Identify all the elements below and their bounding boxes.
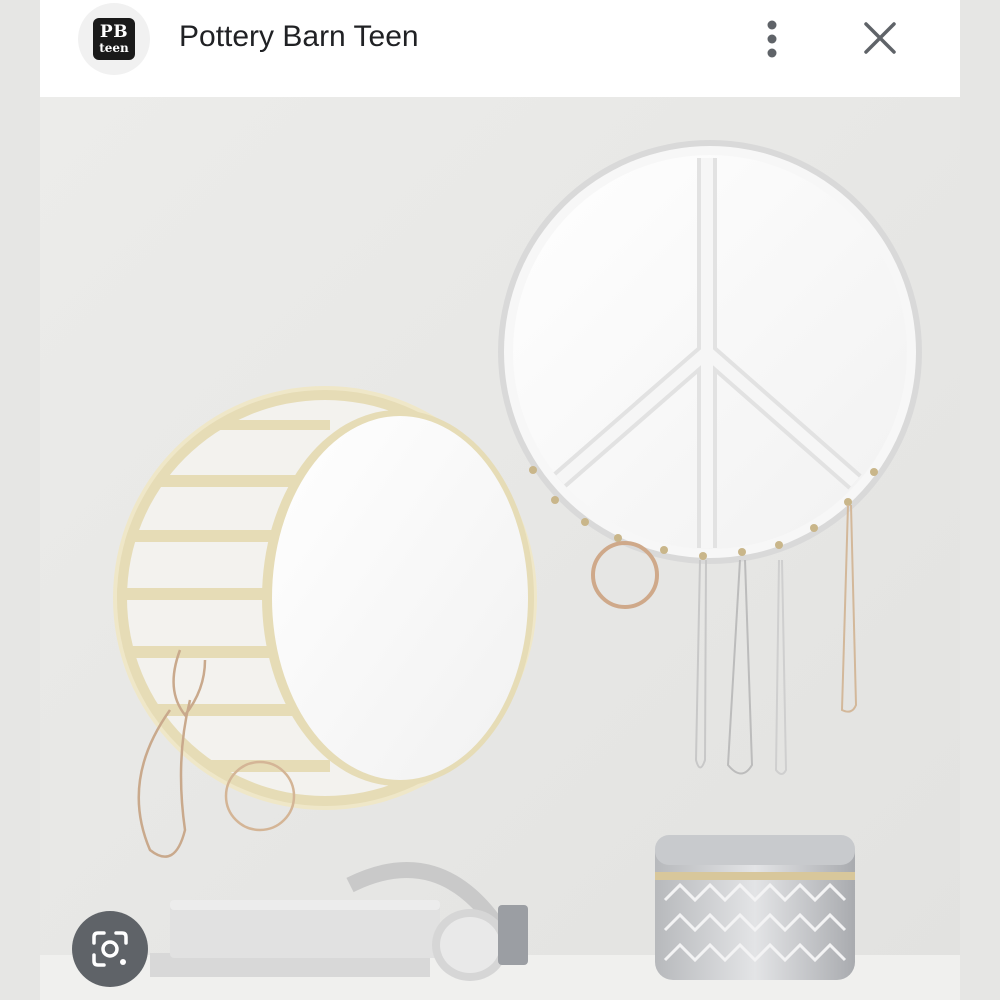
logo-badge: PB teen [93, 18, 135, 60]
logo-pb-text: PB [99, 22, 129, 42]
close-icon [864, 22, 896, 54]
logo-teen-text: teen [99, 41, 129, 55]
product-photo-image [40, 97, 960, 1000]
site-logo[interactable]: PB teen [78, 3, 150, 75]
left-gutter [0, 0, 40, 1000]
product-photo[interactable] [40, 97, 960, 1000]
result-header: PB teen Pottery Barn Teen [40, 0, 960, 97]
lens-search-button[interactable] [72, 911, 148, 987]
lens-search-icon [92, 931, 128, 967]
site-title[interactable]: Pottery Barn Teen [179, 20, 419, 54]
right-gutter [960, 0, 1000, 1000]
more-vert-icon [767, 20, 777, 58]
close-button[interactable] [858, 16, 902, 60]
more-options-button[interactable] [752, 16, 792, 60]
